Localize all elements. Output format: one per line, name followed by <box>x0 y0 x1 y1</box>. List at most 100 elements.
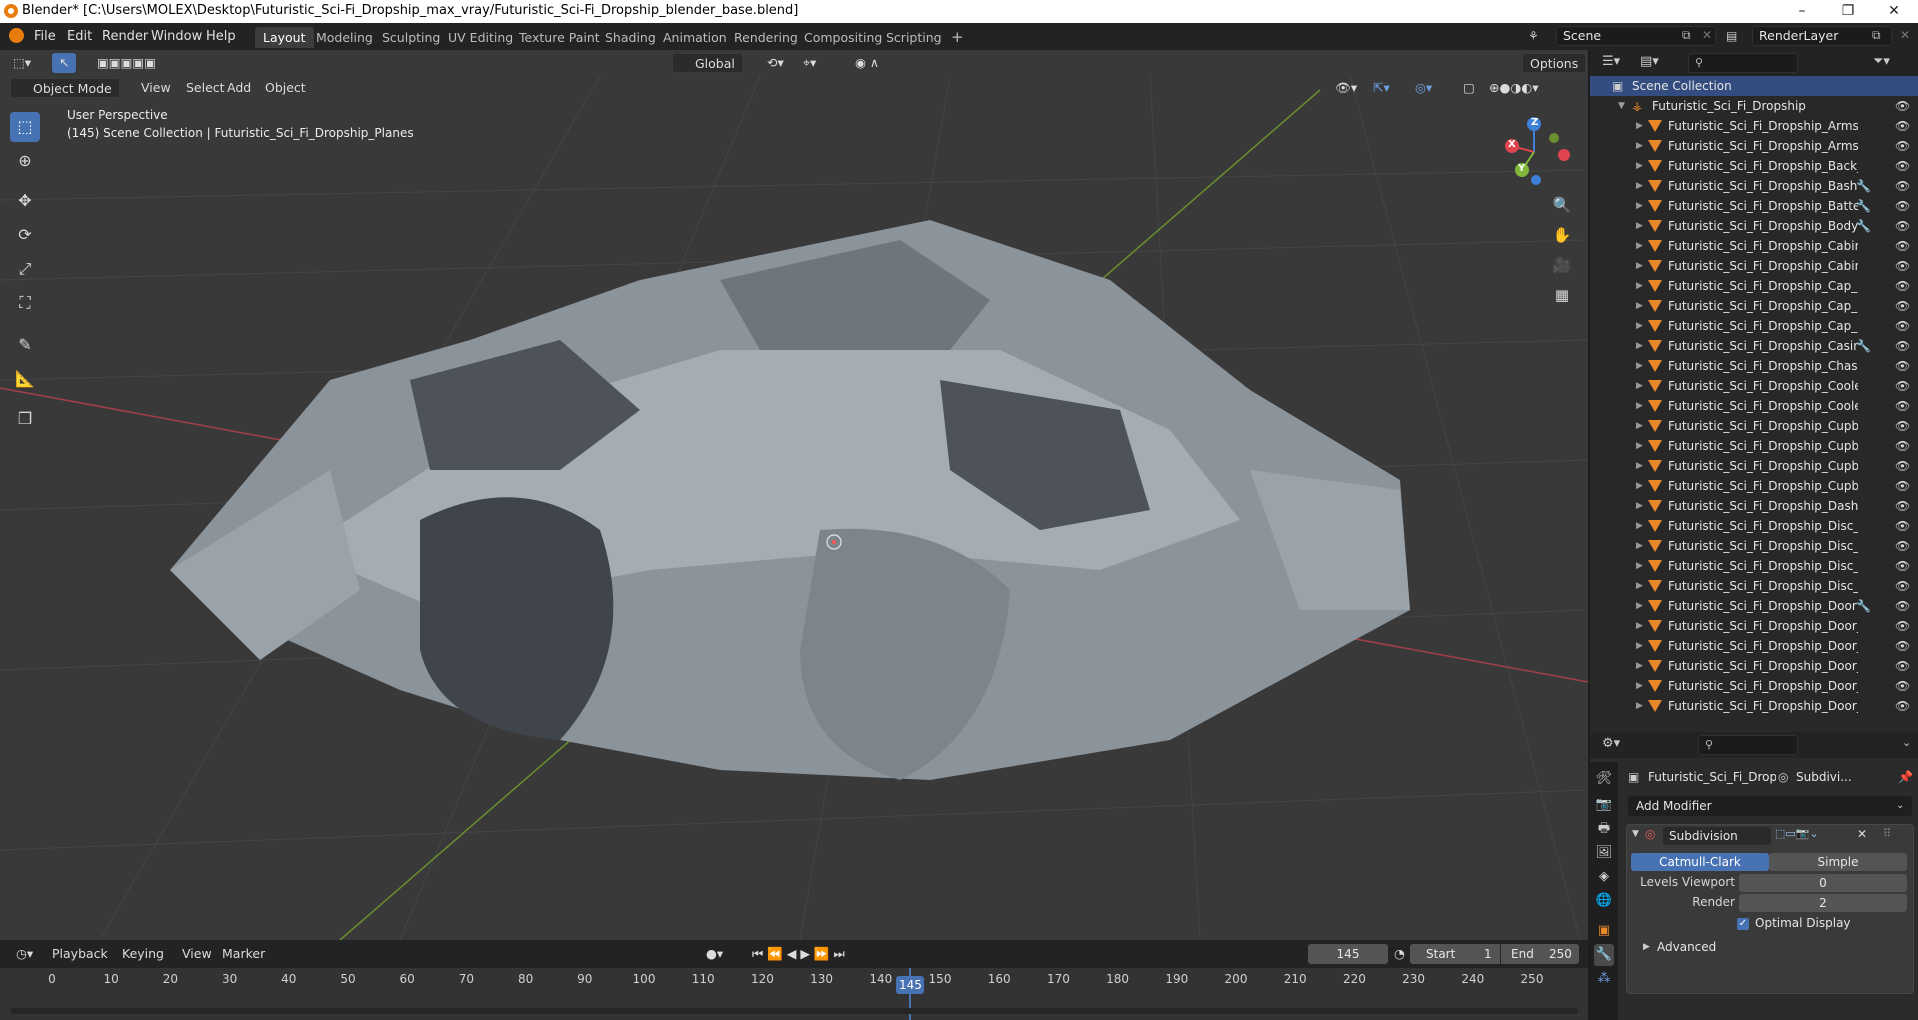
remove-modifier-icon[interactable]: ✕ <box>1857 827 1867 841</box>
proportional-editing-icon[interactable]: ◉ ∧ <box>848 53 886 73</box>
visibility-eye-icon[interactable]: 👁 <box>1895 396 1910 416</box>
render-levels-field[interactable]: 2 <box>1739 894 1907 912</box>
pivot-point-icon[interactable]: ⟲▾ <box>760 53 791 73</box>
render-tab-icon[interactable]: 📷 <box>1594 794 1614 816</box>
menu-add[interactable]: Add <box>220 78 258 98</box>
expand-triangle-icon[interactable]: ▶ <box>1636 676 1643 696</box>
view-layer-copy-icon[interactable]: ⧉ <box>1872 28 1881 43</box>
visibility-eye-icon[interactable]: 👁 <box>1895 536 1910 556</box>
expand-triangle-icon[interactable]: ▶ <box>1636 436 1643 456</box>
tab-rendering[interactable]: Rendering <box>726 27 806 48</box>
select-tool-icon[interactable]: ↖ <box>52 53 77 73</box>
modifier-wrench-icon[interactable]: 🔧 <box>1856 176 1871 196</box>
transform-orientation-dropdown[interactable]: Global <box>672 53 743 73</box>
expand-triangle-icon[interactable]: ▶ <box>1636 116 1643 136</box>
outliner-collection-row[interactable]: ▼ ⚶ Futuristic_Sci_Fi_Dropship 👁 <box>1590 96 1918 116</box>
outliner-object-row[interactable]: ▶ Futuristic_Sci_Fi_Dropship_Casing 🔧 👁 <box>1590 336 1918 356</box>
properties-search-input[interactable]: ⚲ <box>1698 735 1798 755</box>
visibility-eye-icon[interactable]: 👁 <box>1895 116 1910 136</box>
menu-view[interactable]: View <box>134 78 178 98</box>
collapse-chevron-icon[interactable]: ⌄ <box>1902 736 1911 749</box>
move-tool-icon[interactable]: ✥ <box>10 186 40 216</box>
expand-triangle-icon[interactable]: ▶ <box>1636 236 1643 256</box>
expand-triangle-icon[interactable]: ▶ <box>1636 316 1643 336</box>
outliner-object-row[interactable]: ▶ Futuristic_Sci_Fi_Dropship_Cap_Body 👁 <box>1590 276 1918 296</box>
outliner-object-row[interactable]: ▶ Futuristic_Sci_Fi_Dropship_Bash 🔧 👁 <box>1590 176 1918 196</box>
expand-triangle-icon[interactable]: ▶ <box>1636 556 1643 576</box>
scene-copy-icon[interactable]: ⧉ <box>1682 28 1691 43</box>
maximize-button[interactable]: ❐ <box>1825 0 1871 23</box>
3d-viewport[interactable]: ⬚▾ ↖ ▣▣▣▣▣ Global ⟲▾ ⌖▾ ◉ ∧ Options Obje… <box>0 50 1588 940</box>
select-box-tool-icon[interactable]: ⬚ <box>10 112 40 142</box>
visibility-eye-icon[interactable]: 👁 <box>1895 316 1910 336</box>
visibility-eye-icon[interactable]: 👁 <box>1895 696 1910 716</box>
visibility-eye-icon[interactable]: 👁 <box>1895 556 1910 576</box>
options-dropdown[interactable]: Options <box>1522 53 1587 73</box>
record-icon[interactable]: ●▾ <box>700 944 729 964</box>
visibility-eye-icon[interactable]: 👁 <box>1895 656 1910 676</box>
menu-keying[interactable]: Keying <box>116 944 170 964</box>
tool-tab-icon[interactable]: 🛠 <box>1594 768 1614 790</box>
advanced-section-label[interactable]: Advanced <box>1657 940 1716 954</box>
outliner-object-row[interactable]: ▶ Futuristic_Sci_Fi_Dropship_Arms_Right 👁 <box>1590 136 1918 156</box>
tab-scripting[interactable]: Scripting <box>878 27 950 48</box>
snap-icon[interactable]: ⌖▾ <box>796 53 823 73</box>
outliner-object-row[interactable]: ▶ Futuristic_Sci_Fi_Dropship_Disc_Left_1 👁 <box>1590 516 1918 536</box>
expand-triangle-icon[interactable]: ▶ <box>1636 136 1643 156</box>
outliner-search-input[interactable]: ⚲ <box>1688 53 1798 73</box>
view-layer-icon[interactable]: ▤ <box>1726 29 1737 43</box>
visibility-eye-icon[interactable]: 👁 <box>1895 636 1910 656</box>
expand-triangle-icon[interactable]: ▶ <box>1636 516 1643 536</box>
visibility-eye-icon[interactable]: 👁 <box>1895 616 1910 636</box>
outliner-editor-icon[interactable]: ☰▾ <box>1602 54 1620 69</box>
outliner-object-row[interactable]: ▶ Futuristic_Sci_Fi_Dropship_Door_RSM2 👁 <box>1590 676 1918 696</box>
expand-triangle-icon[interactable]: ▶ <box>1636 576 1643 596</box>
measure-tool-icon[interactable]: 📐 <box>10 364 40 394</box>
overlays-icon[interactable]: ◎▾ <box>1408 78 1439 98</box>
outliner-object-row[interactable]: ▶ Futuristic_Sci_Fi_Dropship_Battery 🔧 👁 <box>1590 196 1918 216</box>
tab-texture-paint[interactable]: Texture Paint <box>511 27 608 48</box>
visibility-eye-icon[interactable]: 👁 <box>1895 296 1910 316</box>
outliner-object-row[interactable]: ▶ Futuristic_Sci_Fi_Dropship_Cooler_Left 👁 <box>1590 376 1918 396</box>
outliner-object-row[interactable]: ▶ Futuristic_Sci_Fi_Dropship_Cap_Interior… <box>1590 316 1918 336</box>
expand-triangle-icon[interactable]: ▶ <box>1636 696 1643 716</box>
ortho-grid-icon[interactable]: ▦ <box>1549 282 1575 308</box>
modifier-name-field[interactable]: Subdivision <box>1663 827 1771 845</box>
outliner-object-row[interactable]: ▶ Futuristic_Sci_Fi_Dropship_Dashboard 👁 <box>1590 496 1918 516</box>
xray-icon[interactable]: ▢ <box>1456 78 1482 98</box>
outliner-object-row[interactable]: ▶ Futuristic_Sci_Fi_Dropship_Cabin_Right 👁 <box>1590 256 1918 276</box>
minimize-button[interactable]: – <box>1779 0 1825 23</box>
annotate-tool-icon[interactable]: ✎ <box>10 330 40 360</box>
expand-triangle-icon[interactable]: ▶ <box>1636 276 1643 296</box>
current-frame-field[interactable]: 145 <box>1308 944 1388 964</box>
transform-tool-icon[interactable]: ⛶ <box>10 288 40 318</box>
pan-hand-icon[interactable]: ✋ <box>1549 222 1575 248</box>
outliner-object-row[interactable]: ▶ Futuristic_Sci_Fi_Dropship_Door_RSM1 👁 <box>1590 656 1918 676</box>
simple-button[interactable]: Simple <box>1769 853 1907 871</box>
visibility-eye-icon[interactable]: 👁 <box>1895 456 1910 476</box>
outliner-object-row[interactable]: ▶ Futuristic_Sci_Fi_Dropship_Door_RSM3 👁 <box>1590 696 1918 716</box>
visibility-eye-icon[interactable]: 👁 <box>1895 356 1910 376</box>
scene-icon[interactable]: ⚘ <box>1528 29 1539 43</box>
catmull-clark-button[interactable]: Catmull-Clark <box>1631 853 1769 871</box>
visibility-eye-icon[interactable]: 👁 <box>1895 376 1910 396</box>
expand-triangle-icon[interactable]: ▶ <box>1636 456 1643 476</box>
expand-triangle-icon[interactable]: ▶ <box>1636 536 1643 556</box>
visibility-eye-icon[interactable]: 👁 <box>1895 596 1910 616</box>
outliner-object-row[interactable]: ▶ Futuristic_Sci_Fi_Dropship_Cupboard_Ri 👁 <box>1590 476 1918 496</box>
visibility-eye-icon[interactable]: 👁 <box>1895 336 1910 356</box>
visibility-eye-icon[interactable]: 👁 <box>1895 676 1910 696</box>
view-layer-selector[interactable]: RenderLayer <box>1752 26 1892 46</box>
gizmo-icon[interactable]: ⇱▾ <box>1366 78 1397 98</box>
modifier-wrench-icon[interactable]: 🔧 <box>1856 596 1871 616</box>
timeline-editor-icon[interactable]: ◷▾ <box>10 944 39 964</box>
cursor-tool-icon[interactable]: ⊕ <box>10 146 40 176</box>
playback-controls-icon[interactable]: ⏮ ⏪ ◀ ▶ ⏩ ⏭ <box>746 944 851 964</box>
editor-type-icon[interactable]: ⬚▾ <box>6 53 38 73</box>
view-layer-tab-icon[interactable]: 🖼 <box>1594 842 1614 864</box>
visibility-eye-icon[interactable]: 👁 <box>1895 176 1910 196</box>
expand-triangle-icon[interactable]: ▶ <box>1636 356 1643 376</box>
visibility-icon[interactable]: 👁▾ <box>1328 78 1364 98</box>
menu-timeline-view[interactable]: View <box>176 944 218 964</box>
expand-triangle-icon[interactable]: ▶ <box>1636 476 1643 496</box>
